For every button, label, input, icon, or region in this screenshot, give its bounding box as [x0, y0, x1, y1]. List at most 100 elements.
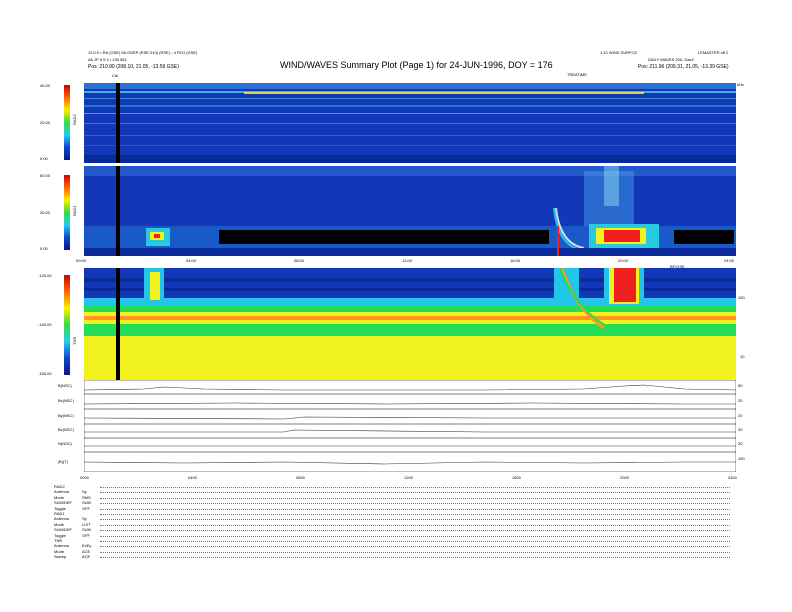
mfi-traces [84, 380, 736, 472]
mfi-right-3: 20 [738, 427, 743, 432]
tnr-ylabel: TNR [72, 336, 77, 345]
status-dotted-line [100, 524, 730, 526]
status-row: Mode LIST [54, 522, 744, 527]
rad1-cb-tick-0: 60.00 [40, 173, 51, 178]
status-label: Antenna [54, 489, 69, 495]
rad1-xtick-2: 08:00 [294, 258, 305, 263]
rad2-cb-tick-1: 20.00 [40, 120, 51, 125]
status-label: SUM/DEF [54, 500, 72, 506]
mfi-xtick-4: 1600 [512, 475, 521, 480]
mfi-label-3: Bz(NSC) [58, 427, 74, 432]
status-dotted-line [100, 487, 730, 488]
mfi-xtick-0: 0000 [80, 475, 89, 480]
status-row: RAD2 [54, 484, 744, 489]
status-value: Sy [82, 516, 87, 522]
mfi-xtick-1: 0400 [188, 475, 197, 480]
rad1-xtick-3: 12:00 [402, 258, 413, 263]
cal-label: Cal [112, 73, 119, 78]
status-dotted-line [100, 497, 730, 499]
mfi-xtick-6: 2400 [728, 475, 737, 480]
rad2-colorbar [64, 85, 70, 160]
status-dotted-line [100, 492, 730, 494]
status-dotted-line [100, 541, 730, 542]
mfi-label-4: N(NSC) [58, 441, 72, 446]
rad1-spectrogram [84, 166, 736, 256]
status-row: SUM/DEF SUM [54, 500, 744, 505]
status-row: Antenna Sy [54, 489, 744, 494]
status-value: ACE [82, 548, 91, 554]
status-value: LIST [82, 521, 91, 527]
mfi-xtick-5: 2000 [620, 475, 629, 480]
status-row: Antenna ExEy [54, 543, 744, 548]
status-label: Sweep [54, 554, 67, 560]
status-value: ACE [82, 554, 91, 560]
status-row: RAD1 [54, 511, 744, 516]
tnr-cb-tick-0: -125.00 [38, 273, 52, 278]
rad1-cb-tick-1: 30.00 [40, 210, 51, 215]
status-row: Sweep ACE [54, 554, 744, 559]
rad1-xtick-5: 20:00 [618, 258, 629, 263]
mfi-right-5: 100 [738, 456, 745, 461]
status-dotted-line [100, 503, 730, 505]
status-value: SMS [82, 494, 91, 500]
tnr-right-tick-1: 10 [740, 354, 745, 359]
status-label: Antenna [54, 516, 69, 522]
mfi-label-2: By(NSC) [58, 413, 74, 418]
rad1-colorbar [64, 175, 70, 250]
status-dotted-line [100, 508, 730, 510]
mfi-xtick-2: 0800 [296, 475, 305, 480]
rad2-cb-tick-0: 40.00 [40, 83, 51, 88]
status-dotted-line [100, 546, 730, 548]
status-label: Toggle [54, 532, 66, 538]
status-table: RAD2 Antenna Sy Mode SMS SUM/DEF SUM Toggle OFF R… [54, 484, 744, 564]
status-row: Toggle OFF [54, 506, 744, 511]
mfi-xtick-3: 1200 [404, 475, 413, 480]
status-dotted-line [100, 535, 730, 537]
tnr-cb-tick-2: -155.00 [38, 371, 52, 376]
rad1-xtick-6: 24:00 [724, 258, 735, 263]
rad1-xtick-0: 00:00 [76, 258, 87, 263]
rad2-ylabel: RAD2 [72, 114, 77, 125]
tnr-colorbar [64, 275, 70, 375]
status-value: Sy [82, 489, 87, 495]
mfi-right-2: 20 [738, 413, 743, 418]
mfi-label-0: B(NSC) [58, 383, 72, 388]
rad2-spectrogram [84, 83, 736, 163]
status-label: Mode [54, 521, 65, 527]
status-dotted-line [100, 551, 730, 553]
status-value: SUM [82, 527, 91, 533]
status-label: TNR [54, 538, 63, 543]
mfi-right-1: 20 [738, 398, 743, 403]
status-value: SUM [82, 500, 91, 506]
status-row: Mode SMS [54, 495, 744, 500]
mfi-label-1: Bx(NSC) [58, 398, 74, 403]
status-row: SUM/DEF SUM [54, 527, 744, 532]
status-label: Toggle [54, 505, 66, 511]
header-left-pos: Pos: 210.90 (208.10, 21.05, -13.59 GSE) [88, 64, 179, 70]
status-row: Antenna Sy [54, 516, 744, 521]
status-label: SUM/DEF [54, 527, 72, 533]
treatime-label: TREATIME [567, 72, 587, 77]
khz-label: kHz [737, 82, 744, 87]
header-left-line2: A6 JP 6 9.3 • 135 081 [88, 57, 127, 62]
status-row: Toggle OFF [54, 533, 744, 538]
status-dotted-line [100, 514, 730, 515]
rad2-cb-tick-2: 0.00 [40, 156, 48, 161]
status-row: TNR [54, 538, 744, 543]
mfi-right-4: 20 [738, 441, 743, 446]
status-value: ExEy [82, 543, 92, 549]
header-right-pos: Pos: 211.96 (209.31, 21.05, -13.39 GSE) [638, 64, 729, 70]
mfi-right-0: 50 [738, 383, 743, 388]
status-row: Mode ACE [54, 549, 744, 554]
status-label: Mode [54, 494, 65, 500]
tnr-right-tick-0: 100 [738, 295, 745, 300]
tnr-cb-tick-1: -140.00 [38, 322, 52, 327]
status-label: RAD2 [54, 484, 65, 489]
status-dotted-line [100, 519, 730, 521]
header-right-line2: DAILY WAVES 200, DaxZ [648, 57, 694, 62]
status-label: Antenna [54, 543, 69, 549]
rad1-xtick-4: 16:00 [510, 258, 521, 263]
mfi-label-5: |B|(T) [58, 459, 68, 464]
status-label: Mode [54, 548, 65, 554]
rad1-xtick-1: 04:00 [186, 258, 197, 263]
